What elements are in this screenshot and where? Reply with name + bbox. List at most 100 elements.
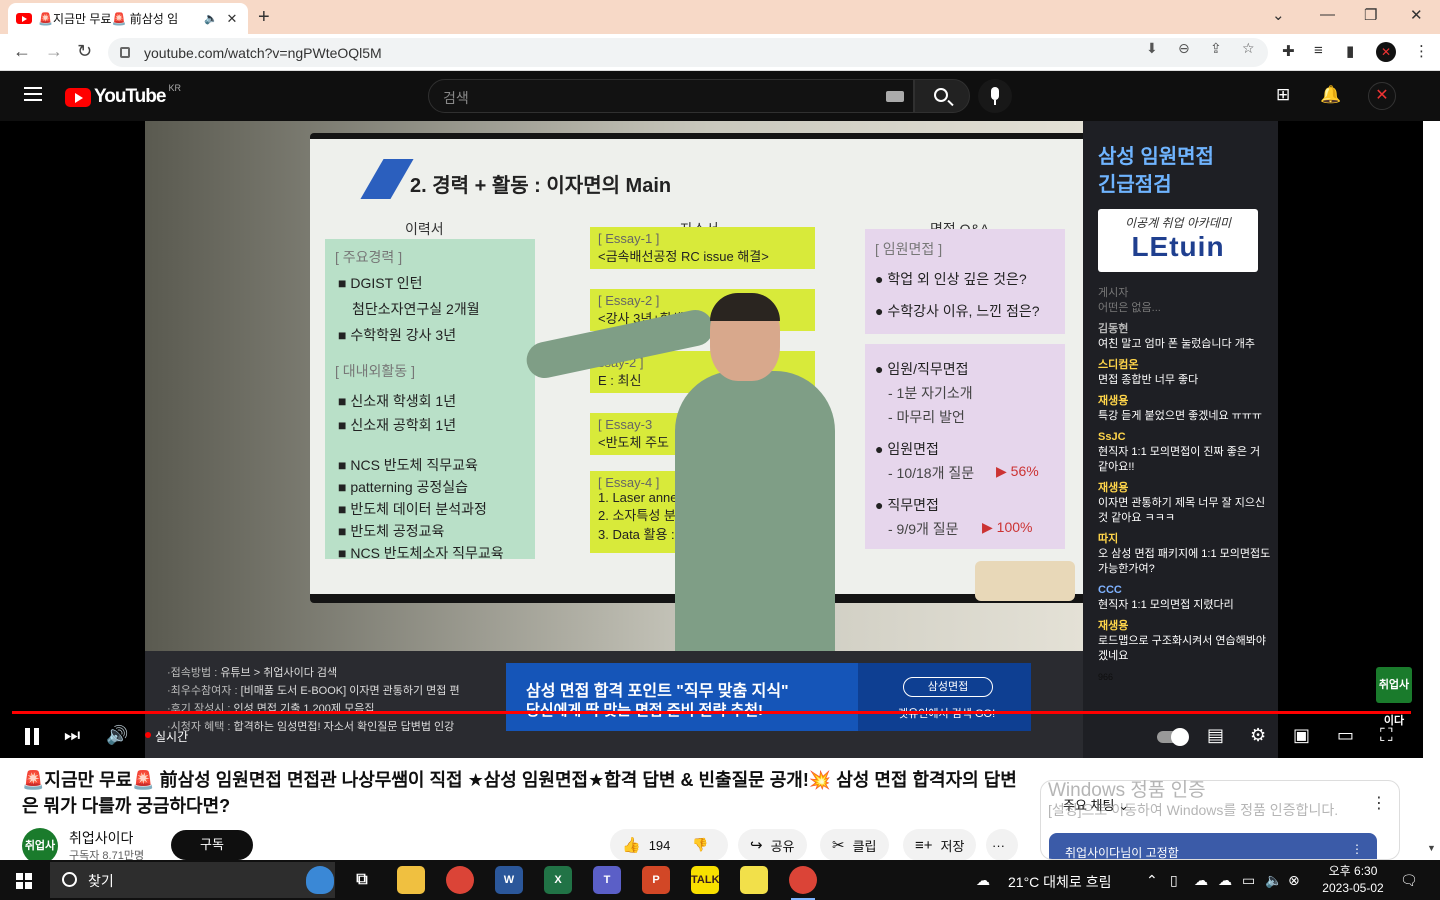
progress-bar[interactable] <box>12 711 1411 714</box>
thumbs-down-icon[interactable]: 👎 <box>692 837 708 853</box>
more-actions-button[interactable]: ··· <box>986 829 1018 861</box>
chat-author: SsJC <box>1098 431 1126 443</box>
chat-message: 따지 오 삼성 면접 패키지에 1:1 모의면접도 가능한가여? <box>1098 532 1273 577</box>
reload-icon[interactable]: ↻ <box>77 41 92 62</box>
qa-item: ● 임원면접 <box>875 441 939 457</box>
minimize-button[interactable]: — <box>1320 6 1335 23</box>
task-view-icon[interactable]: ⧉ <box>348 866 376 894</box>
chat-menu-icon[interactable]: ⋮ <box>1371 793 1387 813</box>
live-chat-overlay: 삼성 임원면접 긴급점검 이공계 취업 아카데미 LEtuin 게시자 어떤은 없… <box>1083 121 1278 758</box>
live-indicator-icon <box>145 732 151 738</box>
media-control-icon[interactable]: ≡ <box>1314 42 1323 59</box>
notification-center-icon[interactable]: 🗨 <box>1400 872 1418 889</box>
address-bar[interactable]: youtube.com/watch?v=ngPWteOQl5M <box>108 38 1268 67</box>
zoom-icon[interactable]: ⊖ <box>1178 40 1190 57</box>
save-button[interactable]: ≡+ 저장 <box>903 829 977 861</box>
file-explorer-icon[interactable] <box>397 866 425 894</box>
search-highlight-icon[interactable] <box>306 866 334 894</box>
system-clock[interactable]: 오후 6:30 2023-05-02 <box>1312 863 1394 897</box>
taskbar-search[interactable]: 찾기 <box>50 862 335 898</box>
qa-item: - 마무리 발언 <box>888 409 965 425</box>
next-icon[interactable]: ⏭ <box>64 725 80 746</box>
notifications-bell-icon[interactable]: 🔔 <box>1320 85 1341 105</box>
teams-icon[interactable]: T <box>593 866 621 894</box>
bookmark-star-icon[interactable]: ☆ <box>1242 40 1255 57</box>
subscribe-button[interactable]: 구독 <box>171 830 253 860</box>
forward-arrow-icon[interactable]: → <box>45 41 63 62</box>
side-panel-icon[interactable]: ▮ <box>1346 42 1354 60</box>
miniplayer-icon[interactable]: ▣ <box>1293 725 1310 746</box>
hamburger-menu-icon[interactable] <box>24 87 42 101</box>
volume-icon[interactable]: 🔊 <box>106 725 128 746</box>
video-player[interactable]: 2. 경력 + 활동 : 이자면의 Main 이력서 자소서 면접 Q&A [ … <box>0 121 1423 758</box>
pinned-menu-icon[interactable]: ⋮ <box>1351 842 1363 856</box>
clip-button[interactable]: ✂ 클립 <box>820 829 889 861</box>
share-page-icon[interactable]: ⇪ <box>1210 40 1222 57</box>
channel-watermark[interactable]: 취업사이다 <box>1376 667 1412 727</box>
sticky-notes-icon[interactable] <box>740 866 768 894</box>
speaker-icon[interactable]: 🔈 <box>204 12 220 25</box>
chat-text: 특강 듣게 붙었으면 좋겠네요 ㅠㅠㅠ <box>1098 410 1263 422</box>
weather-icon[interactable]: ☁ <box>976 872 990 889</box>
chat-text: 현직자 1:1 모의면접 지렸다리 <box>1098 599 1234 611</box>
onedrive-icon[interactable]: ☁ <box>1194 872 1208 889</box>
excel-icon[interactable]: X <box>544 866 572 894</box>
search-input[interactable]: 검색 <box>428 79 914 113</box>
fullscreen-icon[interactable]: ⛶ <box>1380 725 1393 746</box>
career-item: 첨단소자연구실 2개월 <box>352 301 480 317</box>
slide-title: 2. 경력 + 활동 : 이자면의 Main <box>410 175 672 197</box>
share-button[interactable]: ↪ 공유 <box>738 829 807 861</box>
account-avatar[interactable]: ✕ <box>1368 82 1396 110</box>
voice-search-mic-icon[interactable] <box>978 79 1012 113</box>
keyboard-icon[interactable] <box>886 91 904 102</box>
word-icon[interactable]: W <box>495 866 523 894</box>
cloud-sync-icon[interactable]: ☁ <box>1218 872 1232 889</box>
chrome-active-icon[interactable] <box>789 866 817 900</box>
tab-search-icon[interactable]: ⌄ <box>1272 6 1285 24</box>
back-arrow-icon[interactable]: ← <box>13 41 31 62</box>
channel-avatar[interactable]: 취업사이다 <box>22 828 58 888</box>
mute-status-icon[interactable]: ⊗ <box>1288 872 1300 889</box>
browser-menu-icon[interactable]: ⋮ <box>1414 42 1429 60</box>
close-window-button[interactable]: ✕ <box>1410 6 1423 24</box>
like-dislike-button[interactable]: 👍 194 👎 <box>610 829 728 861</box>
network-icon[interactable]: ▭ <box>1242 872 1255 889</box>
autoplay-toggle[interactable] <box>1157 728 1189 746</box>
chrome-icon[interactable] <box>446 866 474 894</box>
search-button[interactable] <box>914 79 970 113</box>
install-app-icon[interactable]: ⬇ <box>1146 40 1158 57</box>
new-tab-button[interactable]: + <box>258 6 270 29</box>
kakaotalk-icon[interactable]: TALK <box>691 866 720 894</box>
youtube-wordmark: YouTube <box>94 86 166 107</box>
windows-start-icon[interactable] <box>16 873 32 889</box>
scroll-down-arrow-icon[interactable]: ▼ <box>1427 843 1436 853</box>
profile-avatar[interactable]: ✕ <box>1376 42 1396 62</box>
chat-message: 김동현 여친 말고 엄마 폰 눌렀습니다 개추 <box>1098 322 1273 352</box>
settings-gear-icon[interactable]: ⚙ <box>1250 725 1266 746</box>
banner-subline: 당신에게 딱 맞는 면접 준비 전략 추천! <box>526 699 763 720</box>
overlay-title: 삼성 임원면접 긴급점검 <box>1098 146 1214 196</box>
pinned-message[interactable]: 취업사이다님이 고정함 ⋮ <box>1049 833 1377 859</box>
extensions-puzzle-icon[interactable]: ✚ <box>1282 42 1295 60</box>
weather-text[interactable]: 21°C 대체로 흐림 <box>1008 872 1111 892</box>
powerpoint-icon[interactable]: P <box>642 866 670 894</box>
create-video-icon[interactable]: ⊞ <box>1276 85 1290 105</box>
chat-message: 게시자 어떤은 없음... <box>1098 286 1273 316</box>
browser-tab[interactable]: 🚨지금만 무료🚨 前삼성 임 🔈 ✕ <box>8 3 248 34</box>
maximize-button[interactable]: ❐ <box>1364 6 1377 24</box>
pause-icon[interactable] <box>25 728 39 745</box>
region-code: KR <box>168 83 181 93</box>
tray-app-icon[interactable]: ▯ <box>1170 872 1178 889</box>
theater-mode-icon[interactable]: ▭ <box>1337 725 1354 746</box>
captions-icon[interactable]: ▤ <box>1207 725 1224 746</box>
viewer-count: 966 <box>1098 672 1114 682</box>
speaker-tray-icon[interactable]: 🔈 <box>1265 872 1282 889</box>
tab-close-icon[interactable]: ✕ <box>224 11 240 27</box>
channel-name[interactable]: 취업사이다 <box>69 828 133 848</box>
thumbs-up-icon[interactable]: 👍 <box>622 836 641 854</box>
youtube-logo[interactable]: YouTube KR <box>65 83 181 108</box>
playlist-add-icon: ≡+ <box>915 836 933 854</box>
tray-chevron-icon[interactable]: ⌃ <box>1146 872 1158 889</box>
live-label[interactable]: 실시간 <box>155 728 188 745</box>
qa-heading: [ 임원면접 ] <box>875 241 943 257</box>
